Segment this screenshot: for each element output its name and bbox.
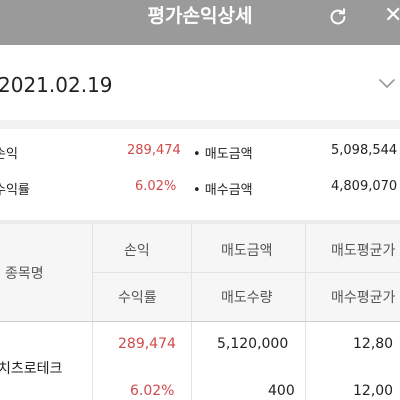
summary-profit-value: 289,474 (127, 143, 181, 158)
column-divider (305, 224, 306, 322)
title-bar: 평가손익상세 ✕ (0, 0, 400, 45)
col-stock-name: 종목명 (5, 266, 44, 282)
row-buy-avg-price: 12,00 (353, 383, 394, 399)
row-profit: 289,474 (118, 336, 176, 352)
close-icon[interactable]: ✕ (384, 4, 400, 28)
summary-return-value: 6.02% (135, 179, 177, 194)
column-divider (191, 224, 192, 322)
col-sell-avg-price: 매도평균가 (331, 243, 396, 259)
row-sell-avg-price: 12,80 (353, 336, 394, 352)
col-sell-qty: 매도수량 (221, 290, 273, 306)
row-return-rate: 6.02% (130, 383, 175, 399)
summary-return-label: 수익률 (0, 183, 30, 198)
chevron-down-icon[interactable] (378, 78, 396, 90)
col-return-rate: 수익률 (118, 290, 157, 306)
col-sell-amount: 매도금액 (221, 243, 273, 259)
table-row[interactable]: 치츠로테크 289,474 6.02% 5,120,000 400 12,80 … (0, 322, 400, 400)
summary-buy-amount-value: 4,809,070 (331, 179, 398, 194)
col-buy-avg-price: 매수평균가 (331, 290, 396, 306)
refresh-icon[interactable] (327, 6, 349, 28)
section-divider (0, 120, 400, 129)
summary-panel: 손익 289,474 • 매도금액 5,098,544 수익률 6.02% • … (0, 129, 400, 220)
row-sell-qty: 400 (268, 383, 295, 399)
table-header: 종목명 손익 매도금액 매도평균가 수익률 매도수량 매수평균가 (0, 224, 400, 322)
summary-buy-amount-label: • 매수금액 (193, 183, 253, 198)
summary-profit-label: 손익 (0, 147, 18, 162)
column-divider (92, 322, 93, 400)
column-divider (191, 322, 192, 400)
stock-name: 치츠로테크 (0, 361, 63, 377)
col-profit: 손익 (124, 243, 150, 259)
date-selector[interactable]: 2021.02.19 (0, 45, 400, 120)
column-divider (305, 322, 306, 400)
summary-sell-amount-value: 5,098,544 (331, 143, 398, 158)
summary-sell-amount-label: • 매도금액 (193, 147, 253, 162)
column-divider (92, 224, 93, 322)
selected-date: 2021.02.19 (0, 73, 113, 97)
row-sell-amount: 5,120,000 (217, 336, 289, 352)
row-divider (92, 272, 400, 273)
